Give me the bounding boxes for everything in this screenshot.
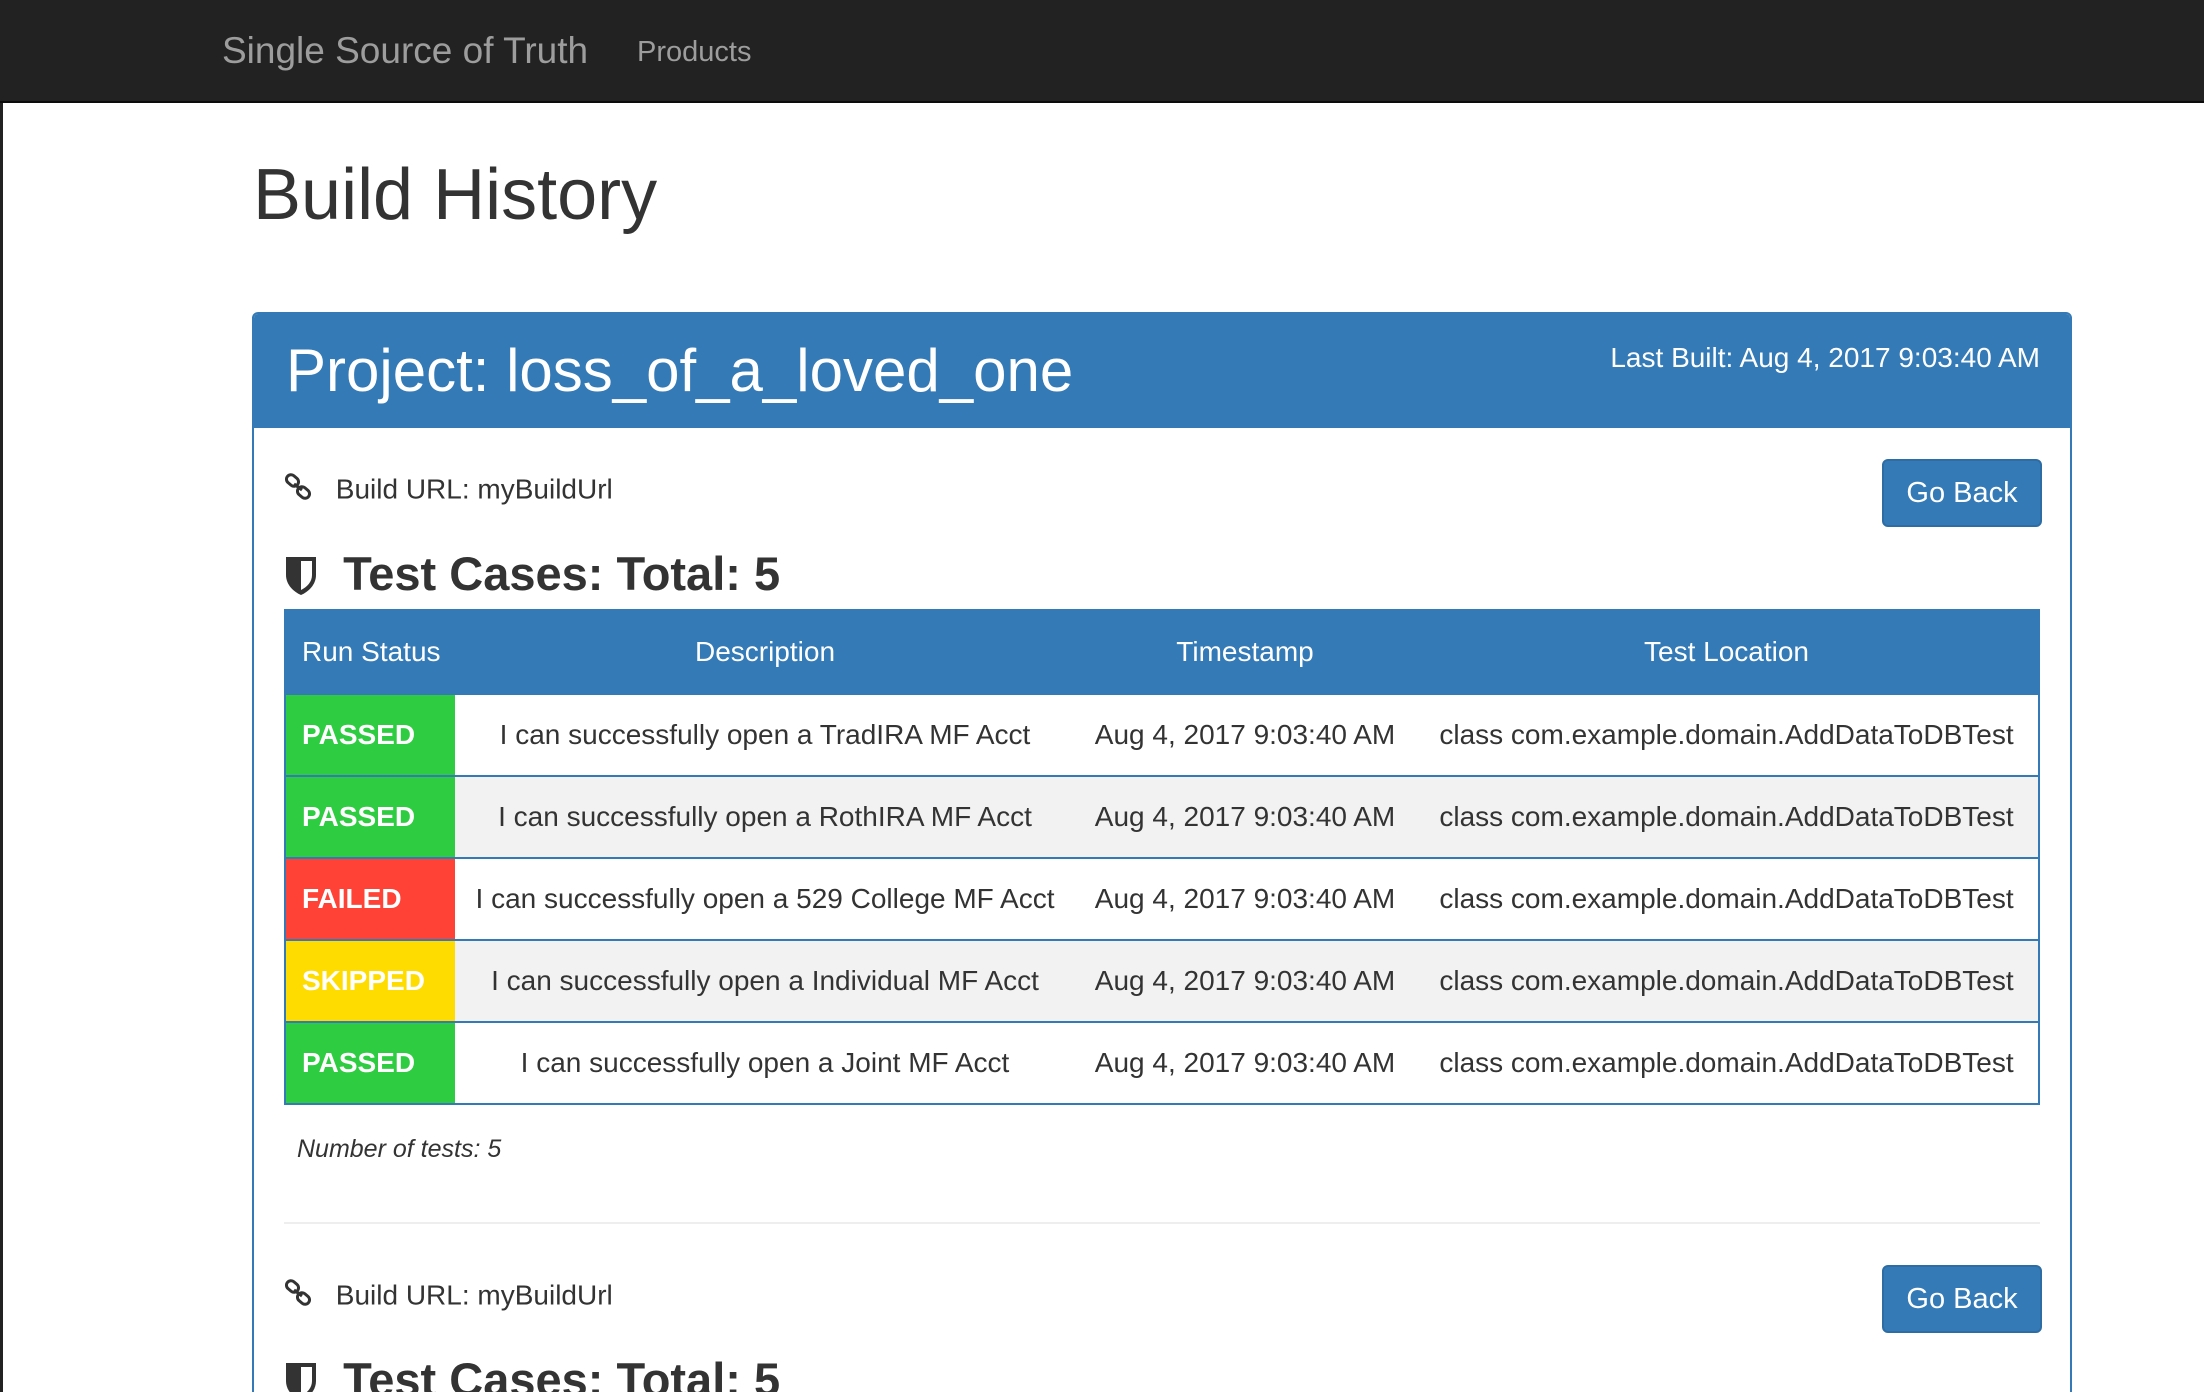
column-header-test-location[interactable]: Test Location: [1415, 610, 2039, 694]
test-cases-title-text: Test Cases: Total: 5: [343, 547, 781, 600]
go-back-button[interactable]: Go Back: [1882, 1265, 2042, 1333]
description-cell: I can successfully open a RothIRA MF Acc…: [455, 775, 1075, 858]
project-panel: Project: loss_of_a_loved_one Last Built:…: [252, 312, 2072, 1392]
column-header-description[interactable]: Description: [455, 610, 1075, 694]
test-location-cell: class com.example.domain.AddDataToDBTest: [1415, 1021, 2039, 1104]
column-header-timestamp[interactable]: Timestamp: [1075, 610, 1415, 694]
build-divider: [284, 1222, 2040, 1224]
table-row: SKIPPED I can successfully open a Indivi…: [285, 939, 2039, 1022]
test-location-cell: class com.example.domain.AddDataToDBTest: [1415, 939, 2039, 1022]
link-icon: [284, 472, 312, 500]
project-title: Project: loss_of_a_loved_one: [286, 337, 1074, 404]
description-cell: I can successfully open a 529 College MF…: [455, 857, 1075, 940]
test-location-cell: class com.example.domain.AddDataToDBTest: [1415, 693, 2039, 776]
run-status-cell: FAILED: [285, 857, 455, 940]
timestamp-cell: Aug 4, 2017 9:03:40 AM: [1075, 857, 1415, 940]
number-of-tests: Number of tests: 5: [297, 1135, 502, 1163]
navbar-brand[interactable]: Single Source of Truth: [222, 26, 588, 76]
test-location-cell: class com.example.domain.AddDataToDBTest: [1415, 775, 2039, 858]
run-status-cell: PASSED: [285, 775, 455, 858]
table-row: FAILED I can successfully open a 529 Col…: [285, 857, 2039, 940]
window-edge: [0, 0, 3, 1392]
test-cases-title: Test Cases: Total: 5: [284, 1350, 780, 1392]
shield-icon: [286, 556, 316, 595]
timestamp-cell: Aug 4, 2017 9:03:40 AM: [1075, 775, 1415, 858]
description-cell: I can successfully open a Joint MF Acct: [455, 1021, 1075, 1104]
run-status-cell: PASSED: [285, 1021, 455, 1104]
table-row: PASSED I can successfully open a Joint M…: [285, 1021, 2039, 1104]
run-status-cell: PASSED: [285, 693, 455, 776]
test-cases-table: Run Status Description Timestamp Test Lo…: [284, 609, 2040, 1105]
description-cell: I can successfully open a TradIRA MF Acc…: [455, 693, 1075, 776]
test-cases-title-text: Test Cases: Total: 5: [343, 1353, 781, 1392]
test-location-cell: class com.example.domain.AddDataToDBTest: [1415, 857, 2039, 940]
last-built: Last Built: Aug 4, 2017 9:03:40 AM: [1610, 342, 2040, 373]
run-status-cell: SKIPPED: [285, 939, 455, 1022]
timestamp-cell: Aug 4, 2017 9:03:40 AM: [1075, 939, 1415, 1022]
link-icon: [284, 1278, 312, 1306]
timestamp-cell: Aug 4, 2017 9:03:40 AM: [1075, 693, 1415, 776]
build-url-label: Build URL: myBuildUrl: [335, 473, 613, 505]
test-cases-title: Test Cases: Total: 5: [284, 544, 780, 604]
table-header-row: Run Status Description Timestamp Test Lo…: [285, 610, 2039, 694]
description-cell: I can successfully open a Individual MF …: [455, 939, 1075, 1022]
timestamp-cell: Aug 4, 2017 9:03:40 AM: [1075, 1021, 1415, 1104]
table-row: PASSED I can successfully open a TradIRA…: [285, 693, 2039, 776]
build-url-label: Build URL: myBuildUrl: [335, 1279, 613, 1311]
build-url: Build URL: myBuildUrl: [284, 466, 613, 510]
page-title: Build History: [253, 155, 658, 235]
table-row: PASSED I can successfully open a RothIRA…: [285, 775, 2039, 858]
shield-icon: [286, 1362, 316, 1392]
navbar: Single Source of Truth Products: [0, 0, 2204, 103]
panel-heading: Project: loss_of_a_loved_one Last Built:…: [254, 314, 2070, 428]
column-header-run-status[interactable]: Run Status: [285, 610, 455, 694]
go-back-button[interactable]: Go Back: [1882, 459, 2042, 527]
nav-link-products[interactable]: Products: [637, 30, 751, 74]
build-url: Build URL: myBuildUrl: [284, 1272, 613, 1316]
